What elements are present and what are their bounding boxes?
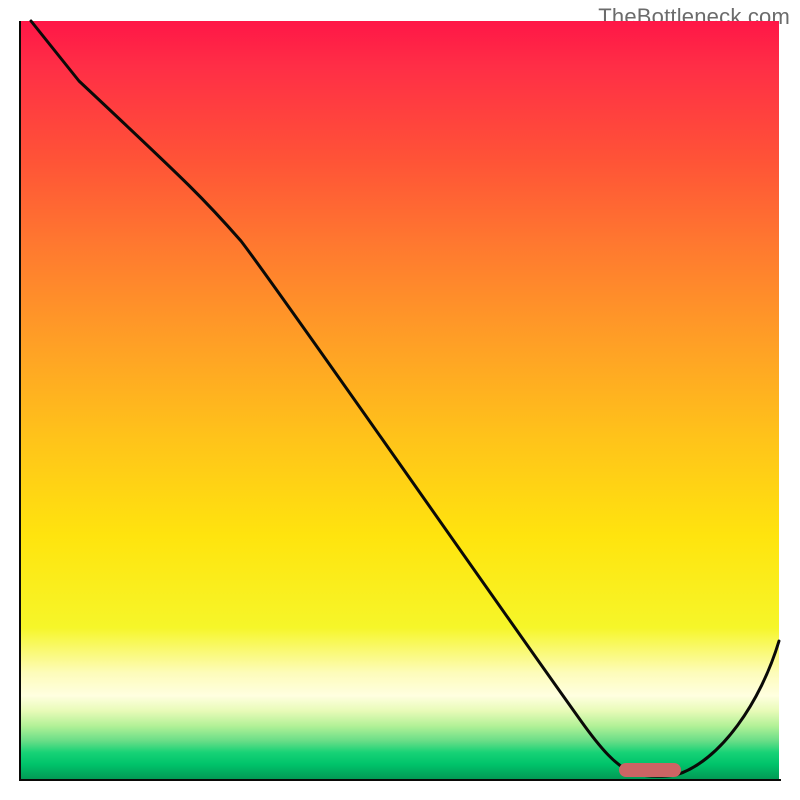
y-axis: [19, 21, 21, 781]
curve-path: [31, 21, 779, 776]
bottleneck-chart: [21, 21, 779, 779]
optimal-range-marker: [619, 763, 681, 777]
bottleneck-curve: [21, 21, 779, 779]
x-axis: [19, 779, 781, 781]
